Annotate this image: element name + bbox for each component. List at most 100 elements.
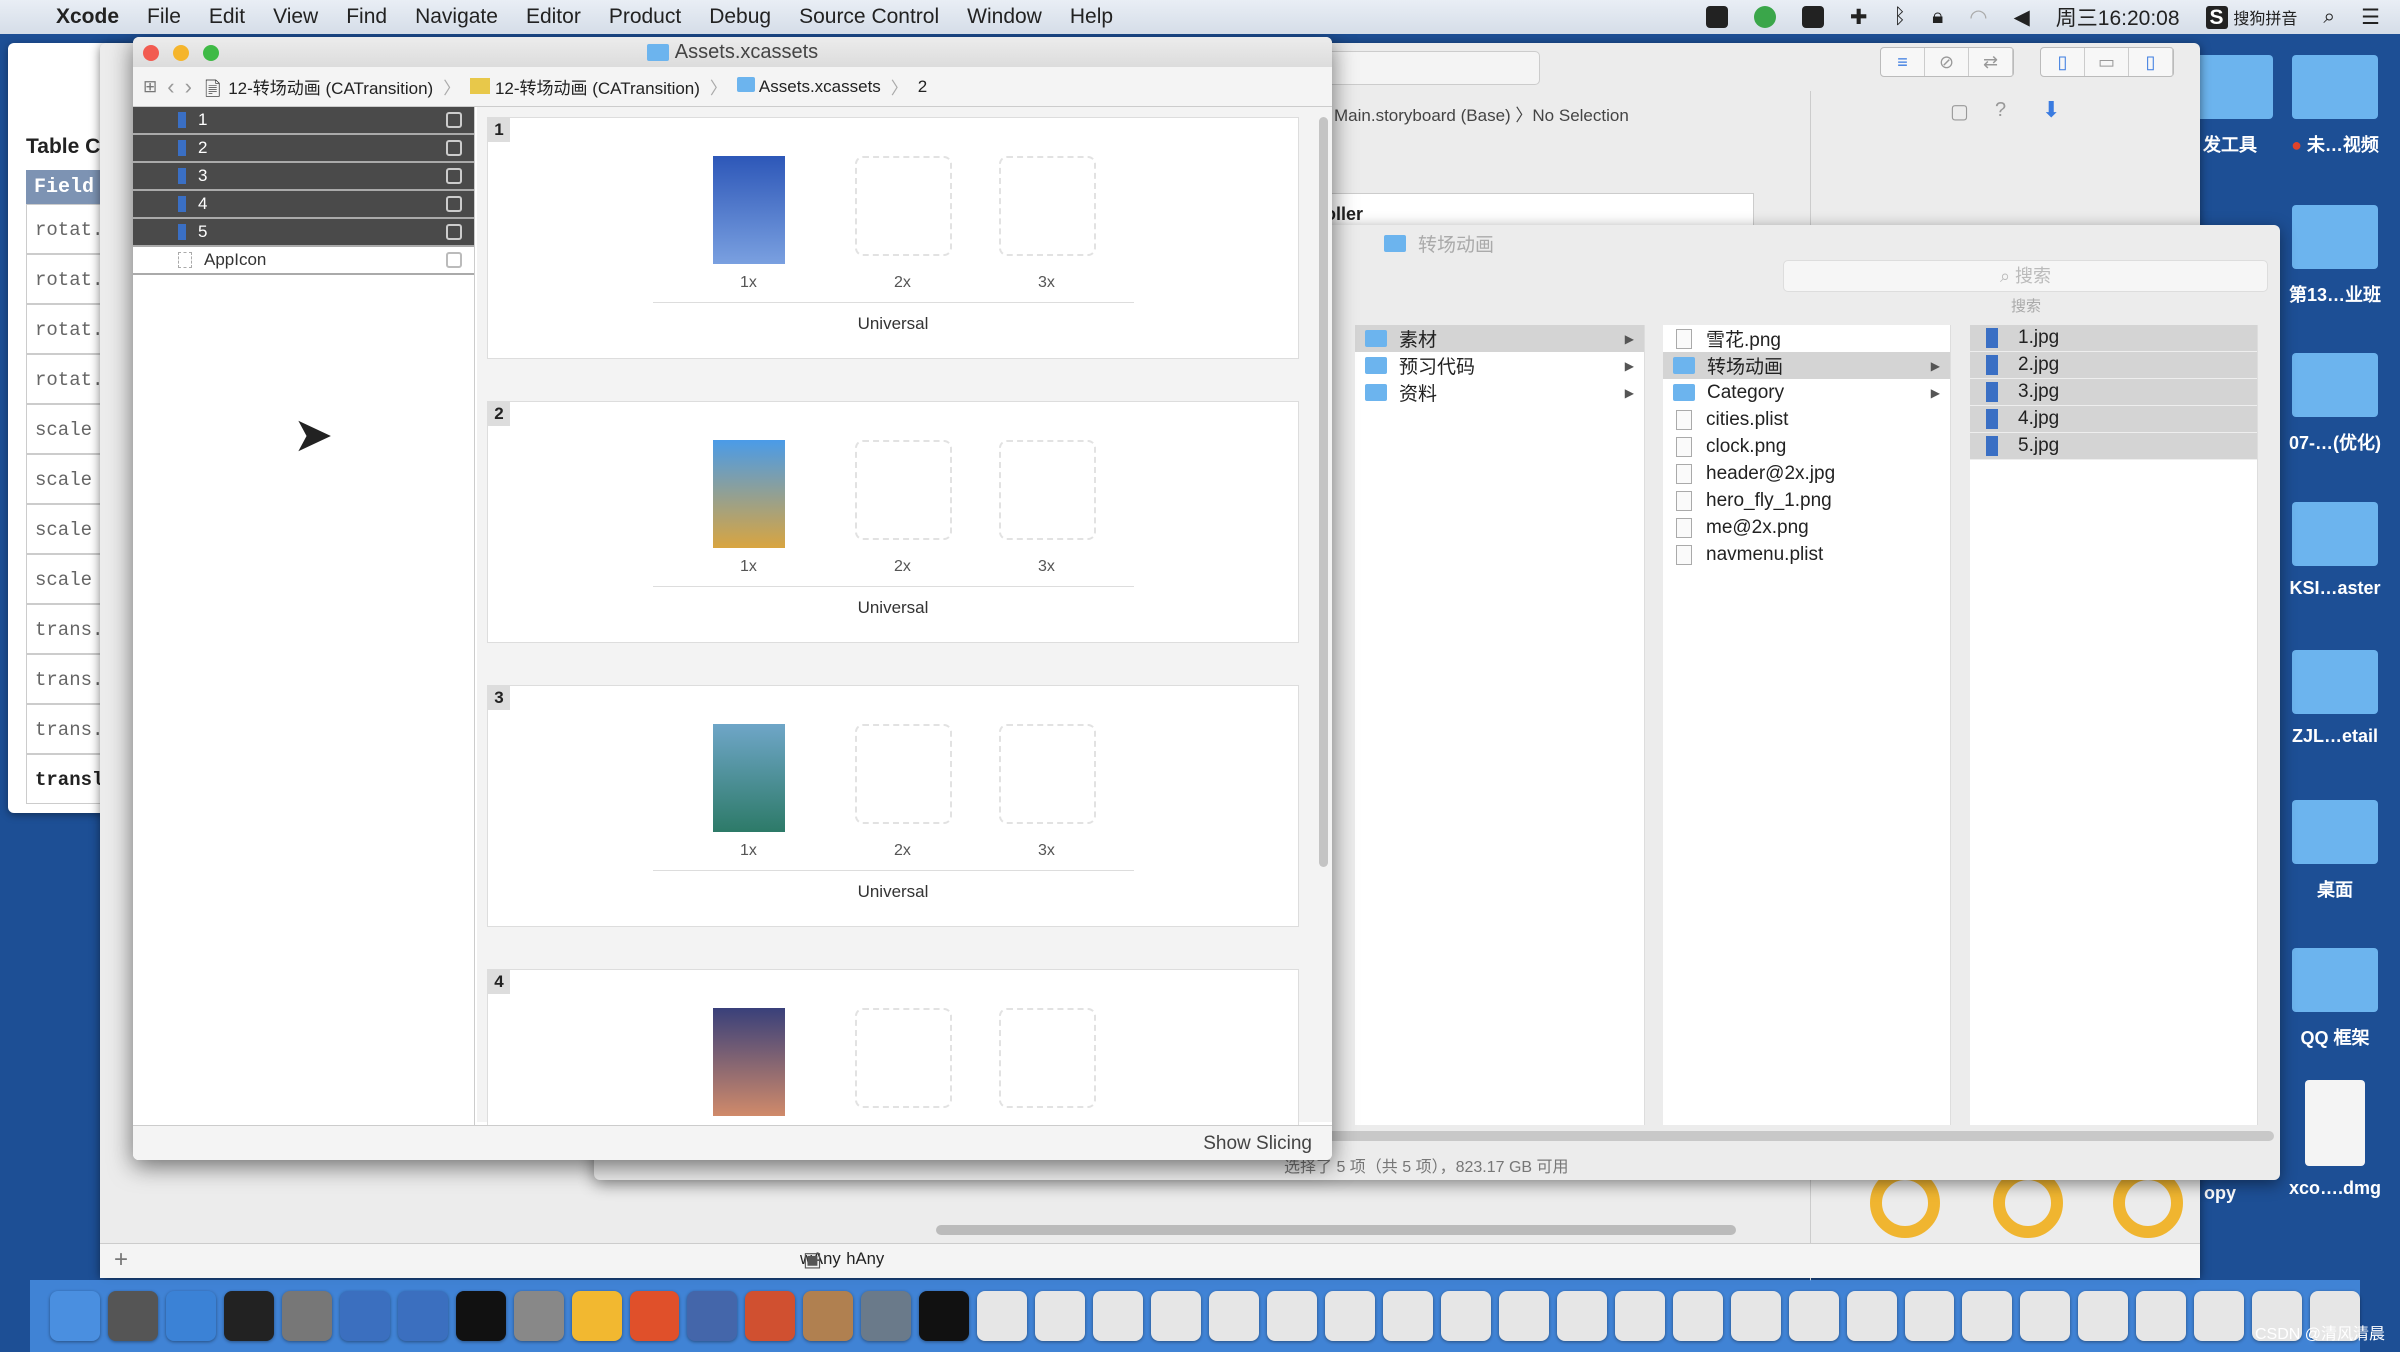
add-button[interactable]: + <box>114 1246 128 1274</box>
dock-app-icon[interactable] <box>1672 1291 1723 1341</box>
navigator-toggle-icon[interactable]: ▯ <box>2041 48 2085 76</box>
spotlight-icon[interactable]: ⌕ <box>2323 5 2335 29</box>
dock-app-icon[interactable] <box>1324 1291 1375 1341</box>
dock-app-icon[interactable] <box>1382 1291 1433 1341</box>
dock-app-icon[interactable] <box>2020 1291 2071 1341</box>
player-icon[interactable] <box>1753 6 1776 28</box>
image-1x[interactable] <box>713 724 785 832</box>
dock-app-icon[interactable] <box>455 1291 506 1341</box>
vertical-scrollbar[interactable] <box>1319 117 1328 867</box>
dock-app-icon[interactable] <box>1730 1291 1781 1341</box>
breadcrumb-project[interactable]: 📄︎ 12-转场动画 (CATransition) <box>202 74 433 99</box>
standard-editor-icon[interactable]: ≡ <box>1881 48 1925 76</box>
dock-app-icon[interactable] <box>803 1291 854 1341</box>
show-slicing-button[interactable]: Show Slicing <box>1203 1133 1312 1155</box>
finder-item[interactable]: 资料 ▶ <box>1355 379 1644 406</box>
desktop-item[interactable]: QQ 框架 <box>2280 948 2390 1050</box>
slot-3x[interactable] <box>999 440 1096 540</box>
view-toggle-control[interactable]: ▯ ▭ ▯ <box>2040 47 2174 77</box>
dock-app-icon[interactable] <box>1962 1291 2013 1341</box>
file-inspector-icon[interactable]: ▢ <box>1950 99 1969 124</box>
slot-2x[interactable] <box>855 156 952 256</box>
horizontal-scrollbar[interactable] <box>1294 1131 2274 1141</box>
bluetooth-icon[interactable]: ᛒ <box>1894 5 1907 29</box>
dock-app-icon[interactable] <box>1498 1291 1549 1341</box>
dock-app-icon[interactable] <box>397 1291 448 1341</box>
checkbox[interactable] <box>446 112 462 128</box>
finder-item[interactable]: hero_fly_1.png <box>1663 487 1950 514</box>
dock-app-icon[interactable] <box>861 1291 912 1341</box>
desktop-item-dmg[interactable]: xco….dmg <box>2280 1080 2390 1199</box>
menu-edit[interactable]: Edit <box>209 5 245 29</box>
wifi-icon[interactable]: ◠ <box>1969 5 1987 30</box>
desktop-item[interactable]: ● 未…视频 <box>2280 55 2390 157</box>
horizontal-scrollbar[interactable] <box>936 1225 1736 1235</box>
finder-item[interactable]: Category ▶ <box>1663 379 1950 406</box>
close-button[interactable] <box>143 45 159 61</box>
slot-3x[interactable] <box>999 156 1096 256</box>
jump-bar[interactable]: Main.storyboard (Base) 〉No Selection <box>1334 101 1629 126</box>
version-editor-icon[interactable]: ⇄ <box>1969 48 2013 76</box>
dock-app-icon[interactable] <box>281 1291 332 1341</box>
slot-3x[interactable] <box>999 724 1096 824</box>
menu-source-control[interactable]: Source Control <box>799 5 939 29</box>
desktop-item[interactable]: 桌面 <box>2280 800 2390 902</box>
screen-share-icon[interactable] <box>1705 6 1728 28</box>
menu-navigate[interactable]: Navigate <box>415 5 498 29</box>
volume-icon[interactable]: ◀ <box>2014 5 2030 30</box>
debug-toggle-icon[interactable]: ▭ <box>2085 48 2129 76</box>
dock-app-icon[interactable] <box>50 1291 100 1341</box>
slot-3x[interactable] <box>999 1008 1096 1108</box>
finder-item[interactable]: clock.png <box>1663 433 1950 460</box>
finder-item[interactable]: me@2x.png <box>1663 514 1950 541</box>
back-button[interactable]: ‹ <box>167 74 174 100</box>
finder-item[interactable]: 1.jpg <box>1970 325 2257 352</box>
dock-app-icon[interactable] <box>107 1291 158 1341</box>
dock-app-icon[interactable] <box>339 1291 390 1341</box>
search-input[interactable]: ⌕ 搜索 <box>1783 260 2268 292</box>
slot-2x[interactable] <box>855 440 952 540</box>
desktop-item[interactable]: KSI…aster <box>2280 502 2390 599</box>
dock-app-icon[interactable] <box>165 1291 216 1341</box>
asset-item-appicon[interactable]: AppIcon <box>133 247 474 275</box>
help-inspector-icon[interactable]: ? <box>1995 99 2006 122</box>
editor-mode-control[interactable]: ≡ ⊘ ⇄ <box>1880 47 2014 77</box>
document-outline-toggle-icon[interactable]: ▣ <box>803 1247 822 1272</box>
checkbox[interactable] <box>446 196 462 212</box>
image-1x[interactable] <box>713 440 785 548</box>
forward-button[interactable]: › <box>185 74 192 100</box>
breadcrumb-assets[interactable]: Assets.xcassets <box>736 76 881 97</box>
dock-app-icon[interactable] <box>687 1291 738 1341</box>
menu-debug[interactable]: Debug <box>709 5 771 29</box>
dock-app-icon[interactable] <box>1904 1291 1955 1341</box>
dock-app-icon[interactable] <box>1614 1291 1665 1341</box>
checkbox[interactable] <box>446 168 462 184</box>
dock-app-icon[interactable] <box>919 1291 970 1341</box>
utilities-toggle-icon[interactable]: ▯ <box>2129 48 2173 76</box>
dock-app-icon[interactable] <box>2136 1291 2187 1341</box>
related-items-icon[interactable]: ⊞ <box>143 77 157 97</box>
dock-app-icon[interactable] <box>571 1291 622 1341</box>
menu-view[interactable]: View <box>273 5 318 29</box>
dock-app-icon[interactable] <box>1151 1291 1202 1341</box>
finder-item[interactable]: cities.plist <box>1663 406 1950 433</box>
desktop-item[interactable]: 07-…(优化) <box>2280 353 2390 455</box>
asset-item[interactable]: 3 <box>133 163 474 191</box>
finder-item[interactable]: 2.jpg <box>1970 352 2257 379</box>
dock-app-icon[interactable] <box>223 1291 274 1341</box>
finder-item[interactable]: navmenu.plist <box>1663 541 1950 568</box>
zoom-button[interactable] <box>203 45 219 61</box>
attributes-inspector-icon[interactable]: ⬇ <box>2042 97 2060 123</box>
desktop-item[interactable]: 第13…业班 <box>2280 205 2390 307</box>
assistant-editor-icon[interactable]: ⊘ <box>1925 48 1969 76</box>
dock-app-icon[interactable] <box>1846 1291 1897 1341</box>
dock-app-icon[interactable] <box>977 1291 1028 1341</box>
dock-app-icon[interactable] <box>745 1291 796 1341</box>
menu-find[interactable]: Find <box>346 5 387 29</box>
checkbox[interactable] <box>446 224 462 240</box>
dock-app-icon[interactable] <box>2078 1291 2129 1341</box>
dock-app-icon[interactable] <box>1267 1291 1317 1341</box>
dock-app-icon[interactable] <box>629 1291 680 1341</box>
asset-item[interactable]: 1 <box>133 107 474 135</box>
camera-icon[interactable] <box>1801 6 1824 28</box>
